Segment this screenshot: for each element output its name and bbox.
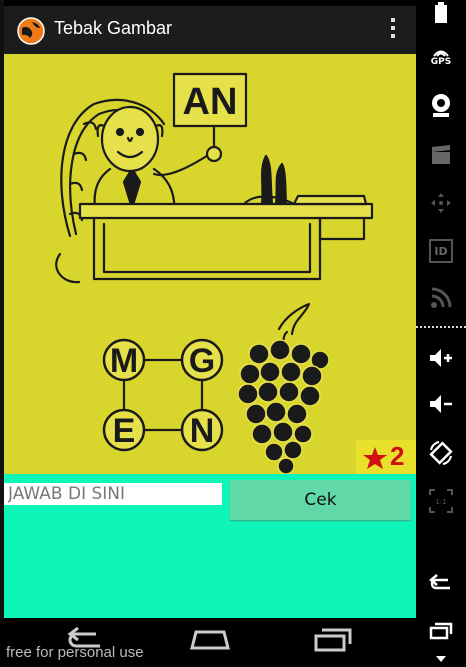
network-feed-icon[interactable] — [416, 284, 466, 312]
panel-scroll-down-icon[interactable] — [416, 652, 466, 666]
volume-up-icon[interactable] — [416, 344, 466, 372]
camera-clapper-icon[interactable] — [416, 142, 466, 168]
id-label: ID — [429, 239, 453, 263]
action-bar: Tebak Gambar — [4, 6, 416, 54]
watermark-text: free for personal use — [6, 644, 144, 661]
app-logo-icon — [17, 17, 45, 45]
battery-icon[interactable] — [416, 0, 466, 26]
letter-4: N — [190, 412, 215, 450]
sign-text: AN — [183, 81, 238, 123]
device-id-icon[interactable]: ID — [416, 236, 466, 266]
dpad-icon[interactable] — [416, 190, 466, 216]
rotate-icon[interactable] — [416, 438, 466, 468]
scale-icon[interactable]: 1:1 — [416, 486, 466, 516]
emulator-recent-icon[interactable] — [416, 618, 466, 644]
app-screen: Tebak Gambar AN M G E N 2 JAWAB DI SINI … — [4, 6, 416, 618]
panel-divider — [416, 326, 466, 328]
overflow-menu-icon[interactable] — [388, 18, 398, 42]
puzzle-drawing: AN M G E N — [55, 72, 374, 475]
emulator-back-icon[interactable] — [416, 570, 466, 596]
score-count: 2 — [390, 441, 405, 471]
answer-input[interactable] — [4, 483, 222, 505]
letter-3: E — [113, 412, 136, 450]
emulator-side-panel: GPS ID 1:1 — [416, 0, 466, 667]
gps-icon[interactable]: GPS — [416, 42, 466, 72]
app-title: Tebak Gambar — [54, 18, 173, 38]
webcam-icon[interactable] — [416, 90, 466, 120]
scale-label: 1:1 — [435, 498, 446, 506]
grapes-icon — [237, 339, 330, 475]
volume-down-icon[interactable] — [416, 390, 466, 418]
recent-apps-icon[interactable] — [312, 626, 352, 652]
check-answer-button[interactable]: Cek — [230, 480, 411, 520]
score-badge: 2 — [356, 440, 416, 474]
letter-1: M — [110, 342, 138, 380]
puzzle-image: AN M G E N 2 — [4, 54, 416, 475]
star-icon — [363, 447, 387, 469]
letter-2: G — [189, 342, 215, 380]
emulator-window: Tebak Gambar AN M G E N 2 JAWAB DI SINI … — [0, 0, 466, 667]
home-icon[interactable] — [188, 626, 232, 652]
answer-panel: Cek — [4, 474, 416, 618]
gps-label: GPS — [430, 57, 452, 67]
